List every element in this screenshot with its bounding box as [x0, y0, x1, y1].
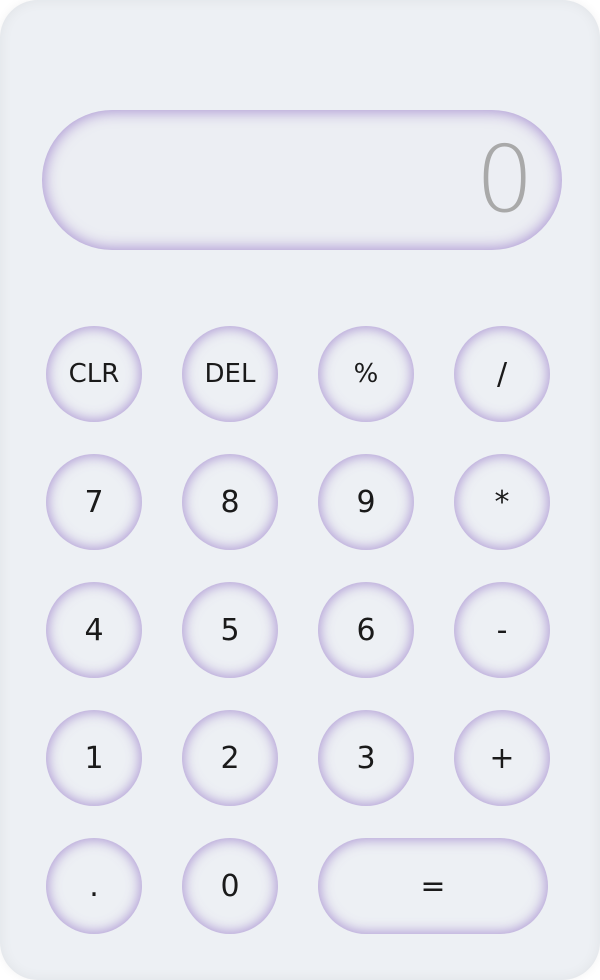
decimal-label: .: [89, 868, 99, 904]
eight-label: 8: [220, 484, 240, 520]
one-button[interactable]: 1: [46, 710, 142, 806]
equals-button[interactable]: =: [318, 838, 548, 934]
one-label: 1: [84, 740, 104, 776]
divide-label: /: [496, 356, 508, 392]
equals-label: =: [420, 868, 446, 904]
nine-label: 9: [356, 484, 376, 520]
eight-button[interactable]: 8: [182, 454, 278, 550]
subtract-label: -: [496, 612, 508, 648]
zero-button[interactable]: 0: [182, 838, 278, 934]
zero-label: 0: [220, 868, 240, 904]
clear-label: CLR: [68, 359, 120, 389]
add-button[interactable]: +: [454, 710, 550, 806]
three-label: 3: [356, 740, 376, 776]
five-button[interactable]: 5: [182, 582, 278, 678]
seven-button[interactable]: 7: [46, 454, 142, 550]
two-button[interactable]: 2: [182, 710, 278, 806]
add-label: +: [489, 740, 515, 776]
display-value: 0: [475, 126, 534, 233]
display: 0: [42, 110, 562, 250]
subtract-button[interactable]: -: [454, 582, 550, 678]
multiply-label: *: [494, 484, 510, 520]
divide-button[interactable]: /: [454, 326, 550, 422]
four-label: 4: [84, 612, 104, 648]
six-label: 6: [356, 612, 376, 648]
clear-button[interactable]: CLR: [46, 326, 142, 422]
delete-button[interactable]: DEL: [182, 326, 278, 422]
six-button[interactable]: 6: [318, 582, 414, 678]
four-button[interactable]: 4: [46, 582, 142, 678]
percent-label: %: [353, 359, 379, 389]
decimal-button[interactable]: .: [46, 838, 142, 934]
calculator: 0 CLR DEL % / 7 8 9 * 4 5 6 - 1 2 3 + . …: [0, 0, 600, 980]
delete-label: DEL: [204, 359, 256, 389]
nine-button[interactable]: 9: [318, 454, 414, 550]
five-label: 5: [220, 612, 240, 648]
seven-label: 7: [84, 484, 104, 520]
percent-button[interactable]: %: [318, 326, 414, 422]
two-label: 2: [220, 740, 240, 776]
three-button[interactable]: 3: [318, 710, 414, 806]
multiply-button[interactable]: *: [454, 454, 550, 550]
